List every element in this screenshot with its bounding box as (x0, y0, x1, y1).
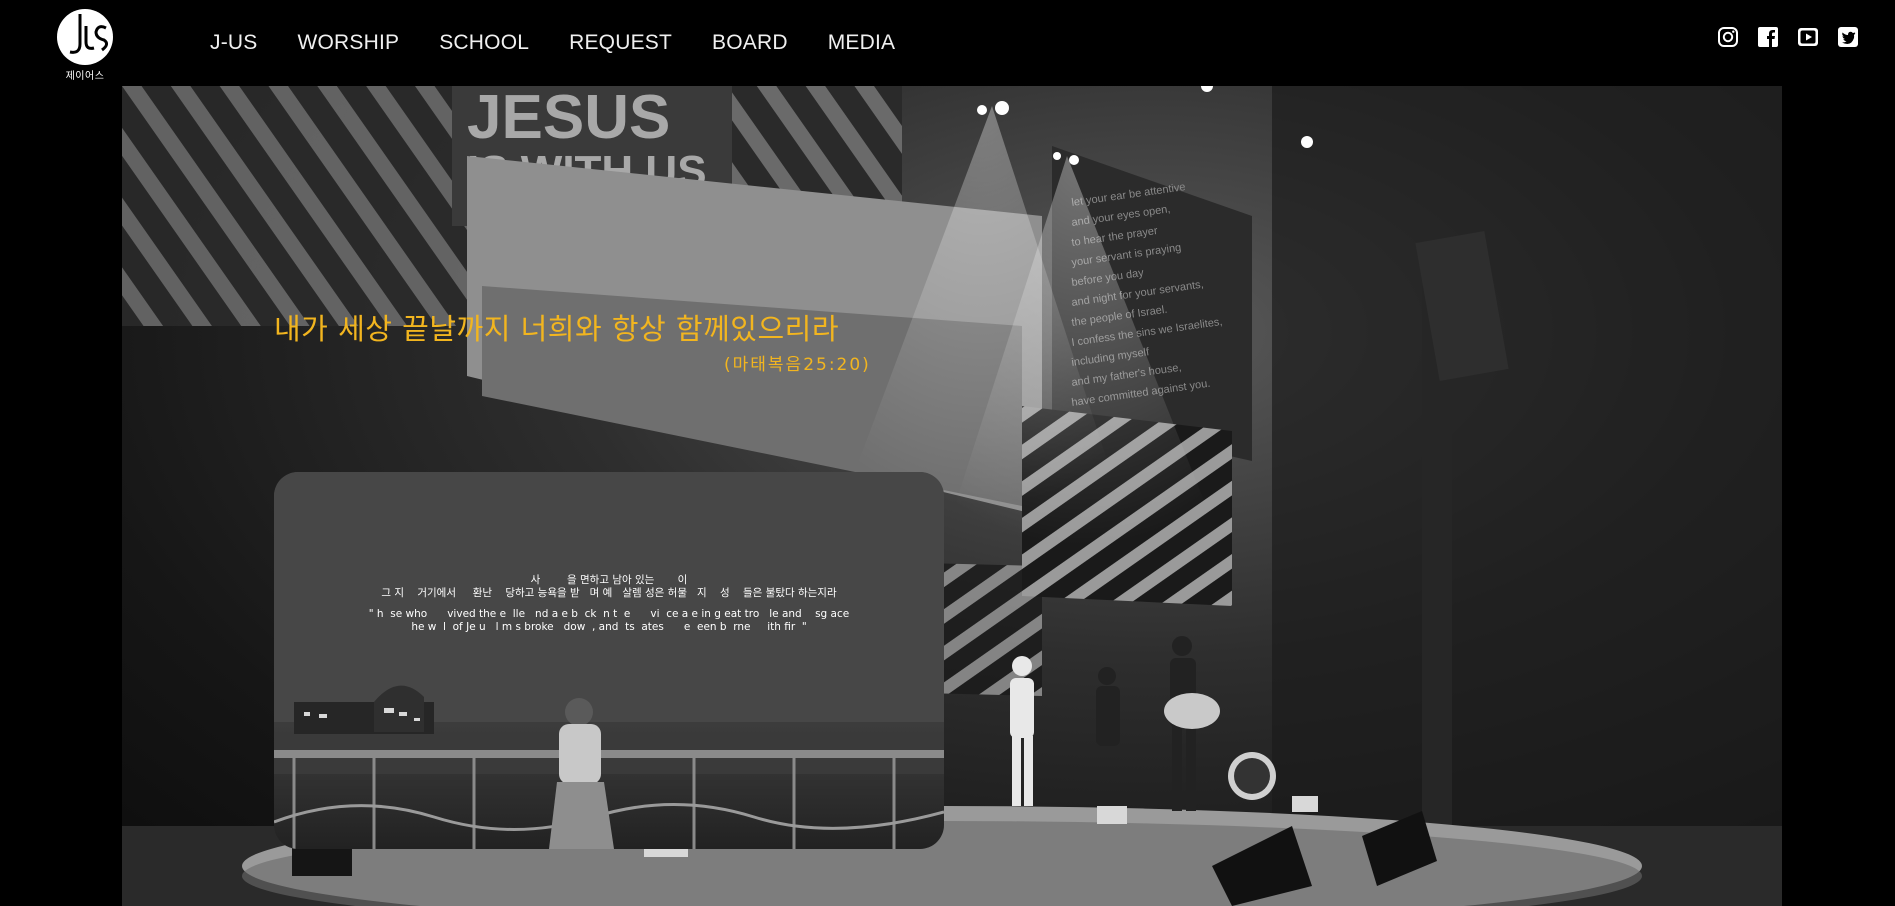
facebook-icon[interactable] (1757, 26, 1779, 48)
nav-item-j-us[interactable]: J-US (210, 26, 257, 60)
main-nav: J-US WORSHIP SCHOOL REQUEST BOARD MEDIA (210, 26, 935, 60)
video-caption-ko-2: 그 지 거기에서 환난 당하고 능욕을 받 며 예 살렘 성은 허물 지 성 들… (381, 587, 837, 599)
youtube-icon[interactable] (1797, 26, 1819, 48)
hero-section: JESUS IS WITH US let your ear be attenti… (122, 86, 1782, 906)
hero-verse-reference: (마태복음25:20) (724, 355, 871, 375)
video-caption-en-2: he w l of Je u l m s broke dow , and ts … (411, 621, 807, 633)
social-links (1717, 26, 1859, 48)
nav-item-school[interactable]: SCHOOL (439, 26, 529, 60)
instagram-icon[interactable] (1717, 26, 1739, 48)
hero-verse-text: 내가 세상 끝날까지 너희와 항상 함께있으리라 (274, 312, 840, 346)
logo-text: 제이어스 (65, 71, 105, 82)
site-logo[interactable]: 제이어스 (52, 4, 118, 82)
video-caption-en-1: " h se who vived the e lle nd a e b ck n… (368, 608, 850, 620)
banner-jesus-text: JESUS (467, 86, 670, 152)
nav-item-board[interactable]: BOARD (712, 26, 788, 60)
video-player[interactable]: 사 을 면하고 남아 있는 이 그 지 거기에서 환난 당하고 능욕을 받 며 … (274, 472, 944, 849)
nav-item-request[interactable]: REQUEST (569, 26, 672, 60)
nav-item-media[interactable]: MEDIA (828, 26, 896, 60)
site-header: 제이어스 J-US WORSHIP SCHOOL REQUEST BOARD M… (0, 0, 1895, 86)
video-frame-image (274, 472, 944, 849)
twitter-icon[interactable] (1837, 26, 1859, 48)
nav-item-worship[interactable]: WORSHIP (297, 26, 399, 60)
logo-icon (57, 9, 113, 65)
